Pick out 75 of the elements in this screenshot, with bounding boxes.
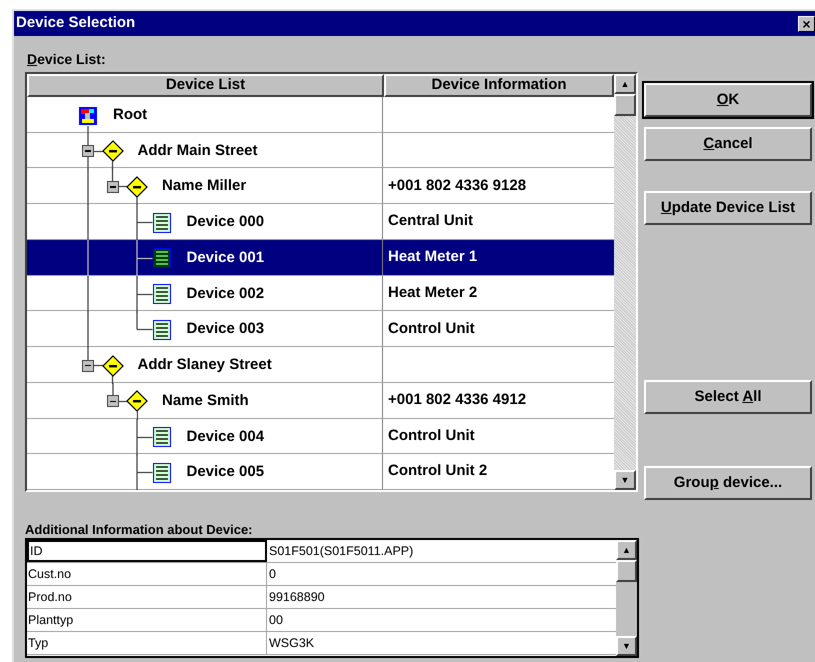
dialog-button[interactable]: Select All (644, 380, 812, 414)
collapse-toggle[interactable] (106, 180, 118, 193)
column-header[interactable]: Device List (27, 74, 384, 97)
tree-row[interactable]: Root (27, 97, 614, 133)
device-info-text: +001 802 4336 4912 (388, 390, 526, 410)
tree-row[interactable]: Device 003 Control Unit (27, 311, 614, 348)
dialog-button[interactable]: OK (644, 83, 812, 117)
column-header[interactable]: Device Information (384, 74, 614, 97)
folder-tree-root-icon (79, 106, 97, 124)
scroll-down-button[interactable]: ▼ (614, 470, 636, 490)
device-icon (152, 462, 170, 483)
scroll-up-button[interactable]: ▲ (614, 74, 636, 94)
device-list-label: Device List: (27, 50, 107, 67)
property-name-cell[interactable]: ID (27, 540, 267, 562)
tree-row[interactable]: Addr Slaney Street (27, 347, 614, 383)
property-name-cell[interactable]: Planttyp (27, 609, 267, 631)
window-title: Device Selection (16, 13, 136, 34)
device-icon (152, 284, 170, 304)
scrollbar-thumb[interactable] (616, 560, 637, 582)
scrollbar-thumb[interactable] (614, 94, 636, 116)
device-info-text: Heat Meter 1 (388, 247, 478, 268)
property-name-cell[interactable]: Typ (27, 632, 267, 654)
close-button[interactable]: × (798, 16, 815, 32)
property-value-cell-text: 00 (268, 612, 284, 629)
additional-info-label: Additional Information about Device: (25, 522, 254, 538)
tree-row[interactable]: Device 005 Control Unit 2 (27, 454, 614, 490)
tree-row[interactable]: Device 001 Heat Meter 1 (27, 240, 614, 276)
tree-lines (87, 204, 154, 242)
tree-row[interactable]: Device 000 Central Unit (27, 204, 614, 240)
tree-item-label: Device 000 (186, 213, 264, 232)
diamond-icon (102, 140, 124, 162)
collapse-toggle[interactable] (82, 145, 94, 158)
tree-item-label: Addr Slaney Street (138, 356, 272, 374)
property-name-cell[interactable]: Cust.no (27, 563, 267, 585)
diamond-icon (126, 390, 148, 412)
device-info-text: Heat Meter 2 (388, 282, 478, 303)
tree-item-label: Device 005 (186, 463, 264, 482)
tree-row[interactable]: Device 004 Control Unit (27, 418, 614, 454)
property-value-cell-text: 99168890 (268, 588, 326, 606)
device-info-text: Control Unit 2 (388, 461, 488, 482)
tree-item-label: Name Miller (162, 177, 246, 196)
tree-item-label: Device 004 (186, 428, 264, 446)
tree-item-label: Name Smith (162, 392, 249, 410)
device-icon (152, 212, 170, 233)
tree-row[interactable]: Addr Main Street (27, 132, 614, 168)
tree-row[interactable]: Name Miller +001 802 4336 9128 (27, 168, 614, 204)
scroll-up-button[interactable]: ▲ (616, 540, 637, 560)
scroll-down-button[interactable]: ▼ (616, 636, 637, 656)
tree-item-label: Device 003 (186, 320, 264, 338)
tree-item-label: Device 001 (186, 248, 264, 267)
tree-item-label: Root (113, 106, 148, 124)
diamond-icon (102, 354, 124, 377)
device-info-text: Control Unit (388, 426, 475, 446)
tree-row[interactable]: Device 002 Heat Meter 2 (27, 276, 614, 312)
tree-lines (87, 240, 154, 277)
dialog-button[interactable]: Cancel (644, 127, 812, 161)
device-info-text: +001 802 4336 9128 (388, 176, 526, 196)
device-icon (152, 427, 170, 448)
device-info-text: Central Unit (388, 211, 474, 232)
property-value-cell-text: 0 (268, 566, 277, 583)
diamond-icon (126, 176, 148, 198)
collapse-toggle[interactable] (82, 360, 94, 372)
collapse-toggle[interactable] (106, 395, 118, 408)
tree-item-label: Addr Main Street (138, 142, 258, 160)
tree-lines (87, 276, 154, 313)
device-info-text: Control Unit (388, 318, 475, 339)
tree-item-label: Device 002 (186, 284, 264, 303)
property-name-cell[interactable]: Prod.no (27, 586, 267, 608)
device-icon (152, 248, 170, 268)
dialog-button[interactable]: Group device... (644, 466, 812, 500)
tree-row[interactable]: Name Smith +001 802 4336 4912 (27, 382, 614, 419)
dialog-button[interactable]: Update Device List (644, 191, 812, 225)
device-icon (152, 320, 170, 340)
property-value-cell-text: S01F501(S01F5011.APP) (268, 542, 414, 560)
property-value-cell-text: WSG3K (268, 634, 316, 652)
